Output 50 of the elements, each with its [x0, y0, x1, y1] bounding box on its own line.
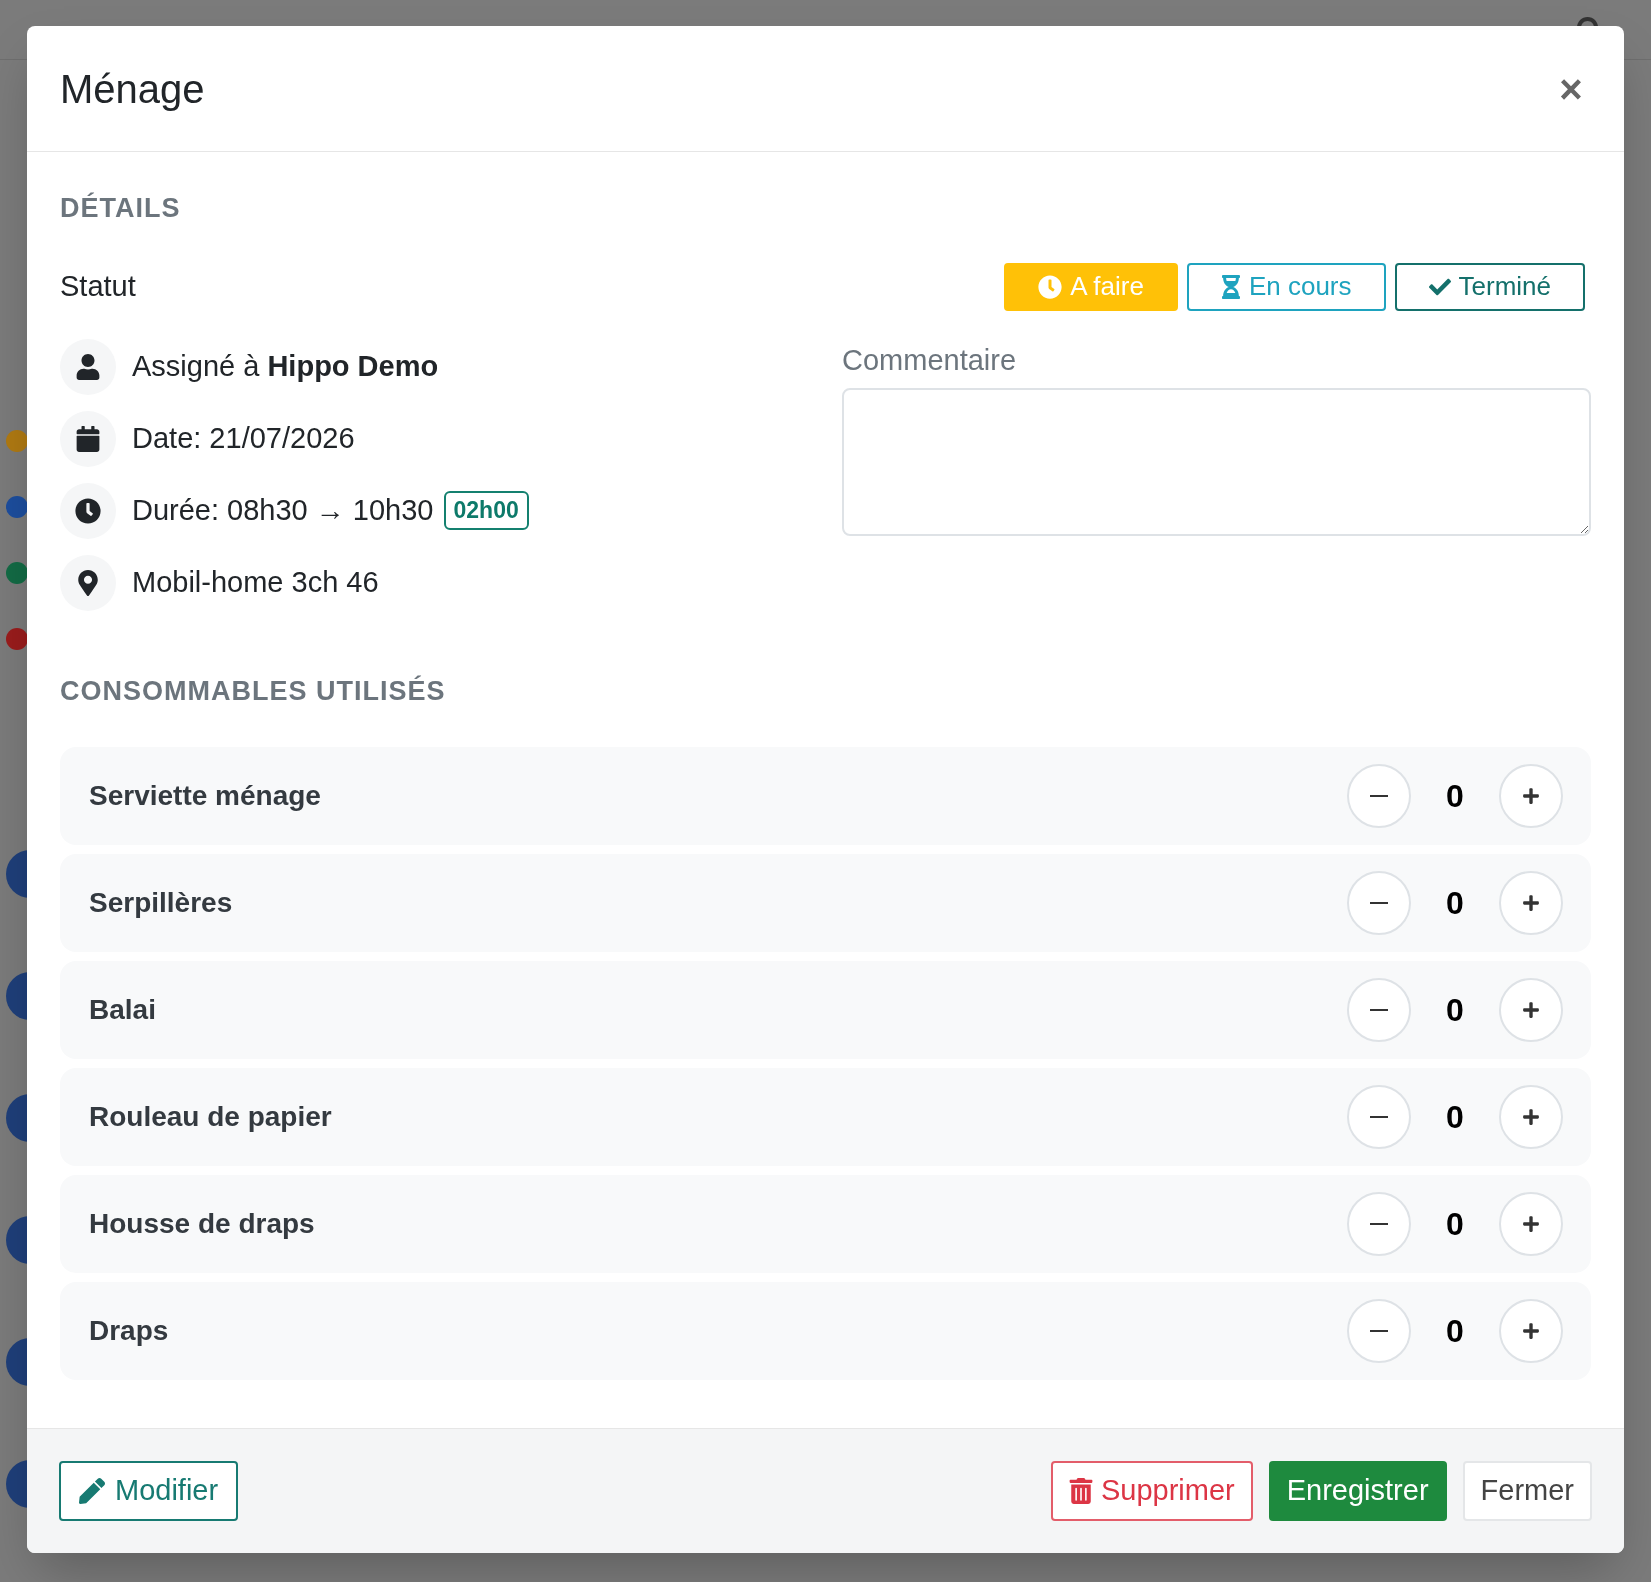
consumable-name: Balai	[89, 993, 156, 1027]
person-icon	[75, 353, 101, 380]
consumable-name: Housse de draps	[89, 1207, 315, 1241]
clock-icon	[1038, 274, 1063, 299]
consumable-name: Rouleau de papier	[89, 1100, 332, 1134]
close-button[interactable]: ×	[1551, 68, 1591, 109]
consumable-name: Draps	[89, 1314, 169, 1348]
consumable-name: Serviette ménage	[89, 779, 321, 813]
clock-icon	[75, 497, 101, 524]
minus-icon	[1370, 795, 1388, 797]
plus-icon	[1522, 1001, 1540, 1019]
minus-icon	[1370, 1330, 1388, 1332]
quantity-value: 0	[1445, 1098, 1465, 1137]
info-text: Durée: 08h30 → 10h30	[132, 492, 434, 528]
edit-button[interactable]: Modifier	[59, 1461, 239, 1521]
minus-icon	[1370, 1009, 1388, 1011]
plus-icon	[1522, 894, 1540, 912]
plus-icon	[1522, 1108, 1540, 1126]
minus-icon	[1370, 902, 1388, 904]
close-footer-button[interactable]: Fermer	[1462, 1461, 1592, 1521]
consumable-name: Serpillères	[89, 886, 233, 920]
comment-label: Commentaire	[842, 342, 1018, 378]
hourglass-icon	[1220, 274, 1241, 299]
info-text: Date: 21/07/2026	[132, 420, 355, 456]
save-button[interactable]: Enregistrer	[1268, 1461, 1447, 1521]
status-button[interactable]: Terminé	[1394, 262, 1585, 311]
info-text: Mobil-home 3ch 46	[132, 564, 379, 600]
quantity-value: 0	[1445, 1205, 1465, 1244]
plus-icon	[1522, 1322, 1540, 1340]
delete-button[interactable]: Supprimer	[1050, 1461, 1253, 1521]
comment-field[interactable]	[842, 388, 1591, 536]
duration-badge: 02h00	[443, 491, 529, 530]
calendar-icon	[75, 425, 101, 452]
minus-icon	[1370, 1116, 1388, 1118]
quantity-value: 0	[1445, 1312, 1465, 1351]
plus-icon	[1522, 787, 1540, 805]
quantity-value: 0	[1445, 991, 1465, 1030]
info-text: Assigné à Hippo Demo	[132, 348, 439, 384]
plus-icon	[1522, 1215, 1540, 1233]
section-heading: DÉTAILS	[60, 191, 182, 225]
status-label: Statut	[60, 268, 136, 304]
modal-title: Ménage	[60, 65, 205, 113]
trash-icon	[1068, 1478, 1093, 1504]
status-button[interactable]: En cours	[1186, 262, 1386, 311]
quantity-value: 0	[1445, 884, 1465, 923]
map-pin-icon	[75, 569, 101, 596]
section-heading: CONSOMMABLES UTILISÉS	[60, 674, 447, 708]
pencil-icon	[79, 1478, 105, 1504]
minus-icon	[1370, 1223, 1388, 1225]
quantity-value: 0	[1445, 777, 1465, 816]
